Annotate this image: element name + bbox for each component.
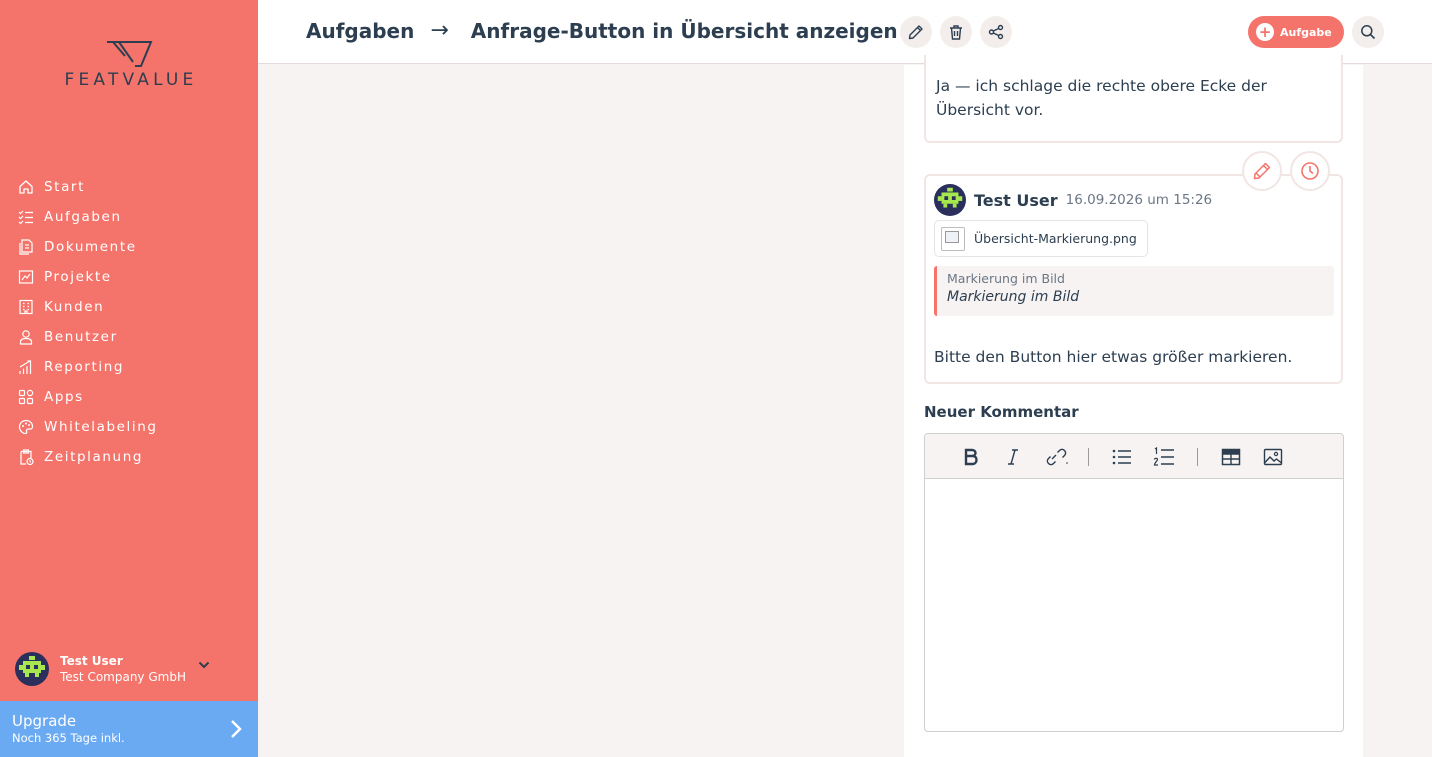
projects-icon <box>17 268 35 286</box>
sidebar-item-label: Aufgaben <box>44 209 122 225</box>
bullet-list-icon <box>1112 449 1131 465</box>
logo[interactable]: FEATVALUE <box>0 40 258 90</box>
attachment[interactable]: Übersicht-Markierung.png <box>934 220 1148 257</box>
add-task-button[interactable]: + Aufgabe <box>1248 16 1344 48</box>
upgrade-subtitle: Noch 365 Tage inkl. <box>12 731 125 745</box>
sidebar-item-reporting[interactable]: Reporting <box>0 352 258 382</box>
sidebar-item-label: Apps <box>44 389 84 405</box>
logo-mark-icon <box>107 41 153 67</box>
comment-card: Ja — ich schlage die rechte obere Ecke d… <box>924 55 1343 143</box>
numbered-list-button[interactable] <box>1151 445 1177 469</box>
sidebar-item-projekte[interactable]: Projekte <box>0 262 258 292</box>
history-button[interactable] <box>1290 151 1330 191</box>
toolbar-divider <box>1197 448 1198 466</box>
bold-icon <box>964 448 978 466</box>
user-icon <box>17 328 35 346</box>
comment-text: Bitte den Button hier etwas größer marki… <box>934 348 1293 366</box>
sidebar-item-benutzer[interactable]: Benutzer <box>0 322 258 352</box>
schedule-icon <box>17 448 35 466</box>
sidebar-item-label: Dokumente <box>44 239 137 255</box>
toolbar-divider <box>1088 448 1089 466</box>
trash-icon <box>950 25 962 40</box>
avatar <box>934 184 966 216</box>
palette-icon <box>17 418 35 436</box>
sidebar-item-zeitplanung[interactable]: Zeitplanung <box>0 442 258 472</box>
sidebar-item-label: Whitelabeling <box>44 419 158 435</box>
user-company: Test Company GmbH <box>60 670 186 684</box>
image-button[interactable] <box>1260 445 1286 469</box>
sidebar-item-label: Start <box>44 179 85 195</box>
logo-text: FEATVALUE <box>64 70 198 90</box>
bold-button[interactable] <box>958 445 984 469</box>
link-icon <box>1046 448 1068 466</box>
search-button[interactable] <box>1352 16 1384 48</box>
pencil-icon <box>908 25 923 40</box>
plus-icon: + <box>1256 23 1274 41</box>
upgrade-banner[interactable]: Upgrade Noch 365 Tage inkl. <box>0 701 258 757</box>
sidebar-item-label: Reporting <box>44 359 125 375</box>
sidebar-item-label: Benutzer <box>44 329 118 345</box>
image-icon <box>1263 448 1283 466</box>
editor-toolbar <box>925 434 1343 479</box>
chart-icon <box>17 358 35 376</box>
edit-button[interactable] <box>900 16 932 48</box>
table-icon <box>1221 448 1241 466</box>
sidebar: FEATVALUE Start Aufgaben Dokumente Proje… <box>0 0 258 757</box>
comment-author-name: Test User <box>974 190 1058 210</box>
sidebar-item-label: Zeitplanung <box>44 449 144 465</box>
quote-label: Markierung im Bild <box>947 271 1065 286</box>
comment-panel: Ja — ich schlage die rechte obere Ecke d… <box>904 55 1363 757</box>
avatar <box>15 652 49 686</box>
image-marker-quote[interactable]: Markierung im Bild Markierung im Bild <box>934 266 1334 316</box>
table-button[interactable] <box>1218 445 1244 469</box>
chevron-down-icon[interactable] <box>198 660 210 670</box>
sidebar-item-label: Projekte <box>44 269 112 285</box>
home-icon <box>17 178 35 196</box>
sidebar-item-dokumente[interactable]: Dokumente <box>0 232 258 262</box>
sidebar-item-whitelabeling[interactable]: Whitelabeling <box>0 412 258 442</box>
breadcrumb-separator: → <box>430 18 449 43</box>
sidebar-item-label: Kunden <box>44 299 105 315</box>
attachment-filename: Übersicht-Markierung.png <box>974 231 1137 246</box>
pencil-icon <box>1253 162 1271 180</box>
apps-icon <box>17 388 35 406</box>
sidebar-item-apps[interactable]: Apps <box>0 382 258 412</box>
edit-comment-button[interactable] <box>1242 151 1282 191</box>
sidebar-item-start[interactable]: Start <box>0 172 258 202</box>
comment-card: Test User 16.09.2026 um 15:26 Übersicht-… <box>924 174 1343 384</box>
bullet-list-button[interactable] <box>1109 445 1135 469</box>
tasks-icon <box>17 208 35 226</box>
clock-icon <box>1301 162 1319 180</box>
breadcrumb: Aufgaben → Anfrage-Button in Übersicht a… <box>306 18 898 43</box>
numbered-list-icon <box>1153 447 1174 466</box>
chevron-right-icon <box>231 720 242 738</box>
documents-icon <box>17 238 35 256</box>
delete-button[interactable] <box>940 16 972 48</box>
sidebar-item-kunden[interactable]: Kunden <box>0 292 258 322</box>
comment-date: 16.09.2026 um 15:26 <box>1065 192 1213 208</box>
building-icon <box>17 298 35 316</box>
quote-text: Markierung im Bild <box>947 289 1080 305</box>
sidebar-nav: Start Aufgaben Dokumente Projekte Kunden… <box>0 172 258 472</box>
share-icon <box>988 24 1004 40</box>
comment-text: Ja — ich schlage die rechte obere Ecke d… <box>936 77 1267 119</box>
sidebar-item-aufgaben[interactable]: Aufgaben <box>0 202 258 232</box>
comment-author: Test User 16.09.2026 um 15:26 <box>934 184 1212 216</box>
link-button[interactable] <box>1043 445 1069 469</box>
add-task-label: Aufgabe <box>1280 25 1332 39</box>
italic-icon <box>1008 449 1018 465</box>
italic-button[interactable] <box>1000 445 1026 469</box>
page-title: Anfrage-Button in Übersicht anzeigen <box>470 18 898 43</box>
user-name: Test User <box>60 654 123 668</box>
search-icon <box>1361 25 1376 40</box>
comment-editor <box>924 433 1344 732</box>
image-thumbnail-icon <box>941 226 965 251</box>
user-menu[interactable]: Test User Test Company GmbH <box>15 652 245 686</box>
new-comment-label: Neuer Kommentar <box>924 403 1079 421</box>
upgrade-title: Upgrade <box>12 712 77 730</box>
comment-editor-input[interactable] <box>925 480 1343 731</box>
breadcrumb-section[interactable]: Aufgaben <box>306 19 414 43</box>
share-button[interactable] <box>980 16 1012 48</box>
